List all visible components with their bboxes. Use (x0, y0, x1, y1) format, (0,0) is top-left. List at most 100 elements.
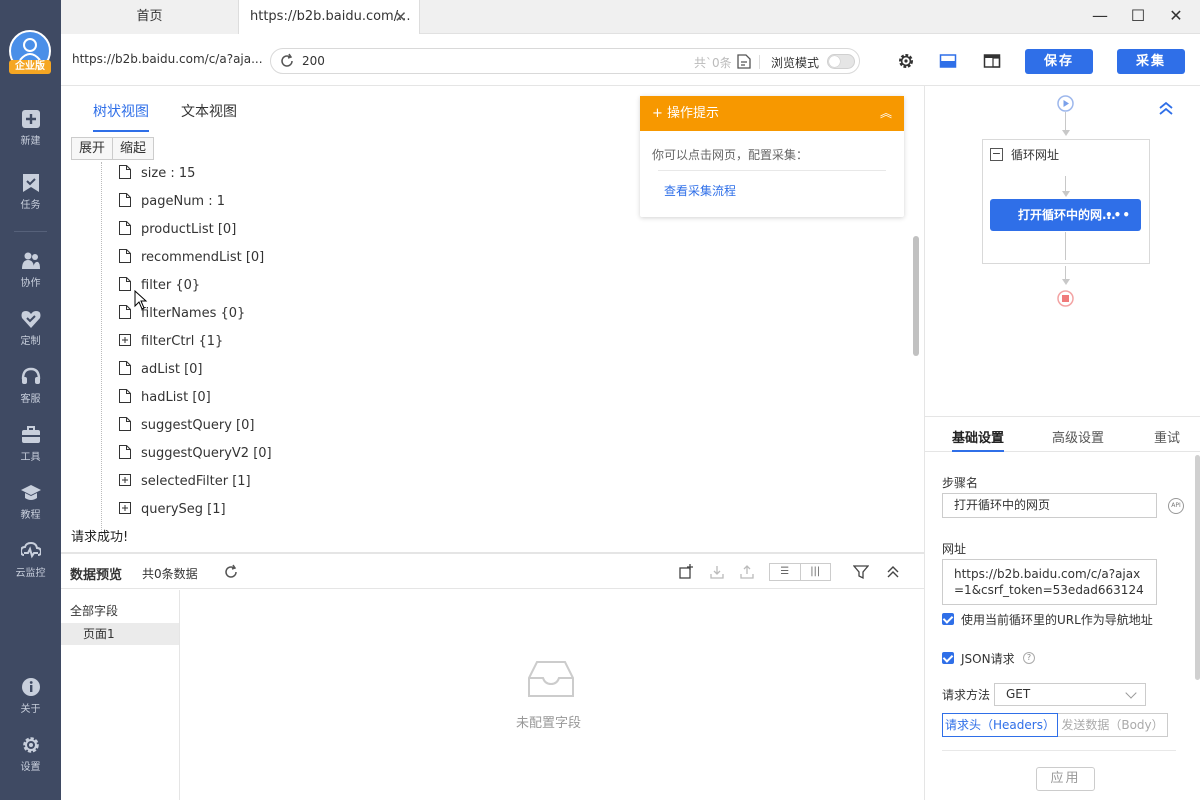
tree-node-label: querySeg [1] (141, 502, 226, 517)
people-icon (21, 252, 40, 269)
sidebar-item-custom[interactable]: 定制 (0, 309, 61, 359)
data-preview-panel: 数据预览 共0条数据 ☰ ||| 全部字段 页面1 未配置字段 (61, 552, 924, 800)
tree-node-label: productList [0] (141, 222, 237, 237)
chevron-double-up-icon[interactable] (885, 564, 901, 580)
flow-start-icon[interactable] (1057, 95, 1074, 112)
layout-side-icon[interactable] (983, 52, 1001, 70)
tab-advanced-settings[interactable]: 高级设置 (1052, 427, 1104, 446)
tree-node[interactable]: hadList [0] (119, 388, 211, 408)
sidebar-label: 工具 (20, 452, 41, 463)
method-select[interactable]: GET (994, 683, 1146, 706)
expand-button[interactable]: 展开 (72, 138, 113, 159)
tree-node[interactable]: querySeg [1] (119, 500, 226, 520)
tree-node[interactable]: filter {0} (119, 276, 200, 296)
sidebar-item-tutorial[interactable]: 教程 (0, 483, 61, 533)
url-textarea[interactable]: https://b2b.baidu.com/c/a?ajax=1&csrf_to… (942, 559, 1157, 605)
tree-node[interactable]: recommendList [0] (119, 248, 264, 268)
refresh-icon[interactable] (279, 53, 295, 69)
chevron-double-up-icon[interactable] (1158, 100, 1174, 116)
status-code: 200 (302, 54, 325, 68)
filter-icon[interactable] (853, 564, 869, 580)
tree-node[interactable]: suggestQueryV2 [0] (119, 444, 272, 464)
sidebar-item-tools[interactable]: 工具 (0, 425, 61, 475)
tree-node-label: filterNames {0} (141, 306, 246, 321)
flow-connector (1065, 232, 1066, 260)
tree-node[interactable]: suggestQuery [0] (119, 416, 254, 436)
sidebar-item-monitor[interactable]: 云监控 (0, 541, 61, 591)
help-icon[interactable]: ? (1023, 652, 1035, 664)
tree-node[interactable]: filterCtrl {1} (119, 332, 223, 352)
tree-node[interactable]: size : 15 (119, 164, 195, 184)
tree-node[interactable]: productList [0] (119, 220, 236, 240)
headset-icon (21, 367, 40, 384)
preview-count: 共0条数据 (142, 567, 198, 581)
browse-mode-toggle[interactable] (827, 54, 855, 69)
step-name-label: 步骤名 (942, 476, 979, 490)
api-icon[interactable]: API (1168, 498, 1184, 514)
flow-arrow (1062, 130, 1070, 136)
step-label: 打开循环中的网... (1018, 208, 1116, 222)
add-field-icon[interactable] (678, 564, 694, 580)
import-icon[interactable] (709, 564, 725, 580)
user-avatar[interactable]: 企业版 (9, 30, 51, 74)
tree-node[interactable]: adList [0] (119, 360, 203, 380)
hint-header[interactable]: + 操作提示 ︽ (640, 96, 904, 131)
close-window-icon[interactable]: ✕ (1161, 4, 1191, 28)
file-node-icon (119, 389, 131, 403)
tree-node[interactable]: pageNum : 1 (119, 192, 225, 212)
layout-bottom-icon[interactable] (939, 52, 957, 70)
view-flow-link[interactable]: 查看采集流程 (664, 182, 736, 199)
list-view-icon[interactable]: ☰ (770, 564, 800, 580)
sidebar: 企业版 新建 任务 协作 定制 客服 工具 教程 云监控 关于 设置 (0, 0, 61, 800)
file-node-icon (119, 361, 131, 375)
export-icon[interactable] (739, 564, 755, 580)
expand-node-icon[interactable] (119, 473, 131, 487)
bookmark-icon (22, 174, 39, 192)
sidebar-item-new[interactable]: 新建 (0, 109, 61, 159)
sidebar-item-collab[interactable]: 协作 (0, 251, 61, 301)
flow-end-icon[interactable] (1057, 290, 1074, 307)
sidebar-item-about[interactable]: 关于 (0, 677, 61, 727)
tree-scrollbar[interactable] (913, 236, 919, 356)
chevron-up-icon[interactable]: ︽ (880, 96, 892, 131)
expand-node-icon[interactable] (119, 333, 131, 347)
maximize-icon[interactable]: ☐ (1123, 4, 1153, 28)
collapse-loop-icon[interactable]: − (990, 148, 1003, 161)
page-1-item[interactable]: 页面1 (61, 623, 179, 645)
document-icon[interactable] (737, 54, 751, 69)
flow-connector (1065, 112, 1066, 132)
tab-text-view[interactable]: 文本视图 (181, 101, 237, 121)
file-node-icon (119, 249, 131, 263)
sidebar-item-settings[interactable]: 设置 (0, 735, 61, 785)
tab-basic-settings[interactable]: 基础设置 (952, 427, 1005, 452)
sidebar-item-support[interactable]: 客服 (0, 367, 61, 417)
tab-headers[interactable]: 请求头（Headers） (942, 713, 1058, 737)
apply-button[interactable]: 应用 (1036, 767, 1095, 791)
save-button[interactable]: 保存 (1025, 49, 1093, 74)
sidebar-label: 协作 (20, 278, 41, 289)
tab-tree-view[interactable]: 树状视图 (93, 101, 149, 132)
tab-active-page[interactable]: https://b2b.baidu.com/... ✕ (239, 0, 420, 34)
tree-node[interactable]: selectedFilter [1] (119, 472, 251, 492)
more-options-icon[interactable]: ••• (1105, 199, 1131, 231)
tree-controls: 展开 缩起 (71, 137, 155, 160)
close-tab-icon[interactable]: ✕ (394, 0, 407, 34)
tab-body[interactable]: 发送数据（Body） (1058, 713, 1168, 737)
minimize-icon[interactable]: — (1085, 4, 1115, 28)
expand-node-icon[interactable] (119, 501, 131, 515)
tab-retry[interactable]: 重试 (1154, 427, 1180, 446)
settings-scrollbar[interactable] (1195, 455, 1200, 680)
collect-button[interactable]: 采集 (1117, 49, 1185, 74)
refresh-icon[interactable] (223, 564, 239, 580)
tab-home[interactable]: 首页 (61, 0, 239, 34)
json-request-checkbox[interactable] (942, 652, 954, 664)
settings-gear-icon[interactable] (897, 52, 915, 70)
all-fields-label[interactable]: 全部字段 (70, 602, 118, 619)
use-loop-url-checkbox[interactable] (942, 613, 954, 625)
plus-square-icon (21, 110, 40, 128)
sidebar-item-tasks[interactable]: 任务 (0, 173, 61, 223)
step-name-input[interactable]: 打开循环中的网页 (942, 493, 1157, 518)
open-page-step[interactable]: 打开循环中的网... ••• (990, 199, 1141, 231)
column-view-icon[interactable]: ||| (799, 564, 831, 580)
collapse-button[interactable]: 缩起 (112, 138, 154, 159)
